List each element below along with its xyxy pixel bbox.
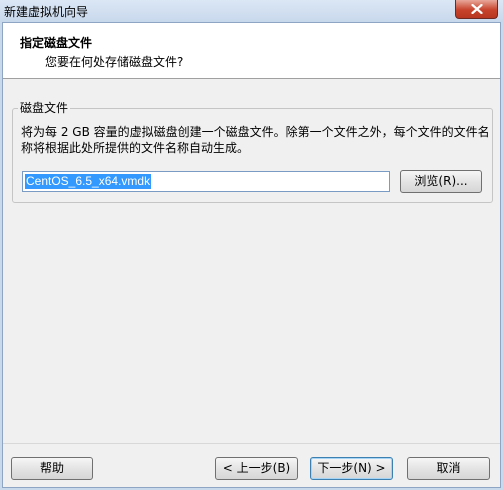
close-icon [470,4,483,14]
back-button[interactable]: < 上一步(B) [215,457,298,480]
disk-file-description: 将为每 2 GB 容量的虚拟磁盘创建一个磁盘文件。除第一个文件之外，每个文件的文… [21,125,490,155]
wizard-dialog: 指定磁盘文件 您要在何处存储磁盘文件? 磁盘文件 将为每 2 GB 容量的虚拟磁… [2,22,501,488]
page-title: 指定磁盘文件 [20,36,93,50]
page-subtitle: 您要在何处存储磁盘文件? [45,55,184,69]
next-button[interactable]: 下一步(N) > [310,457,393,480]
footer-divider [3,443,500,444]
wizard-header: 指定磁盘文件 您要在何处存储磁盘文件? [3,23,500,79]
window-title: 新建虚拟机向导 [4,5,89,19]
close-button[interactable] [455,0,498,19]
title-bar: 新建虚拟机向导 [0,0,503,22]
browse-button[interactable]: 浏览(R)... [400,170,482,193]
cancel-button[interactable]: 取消 [407,457,490,480]
help-button[interactable]: 帮助 [11,457,93,480]
disk-file-input[interactable] [22,171,390,192]
disk-file-group-label: 磁盘文件 [18,99,71,116]
